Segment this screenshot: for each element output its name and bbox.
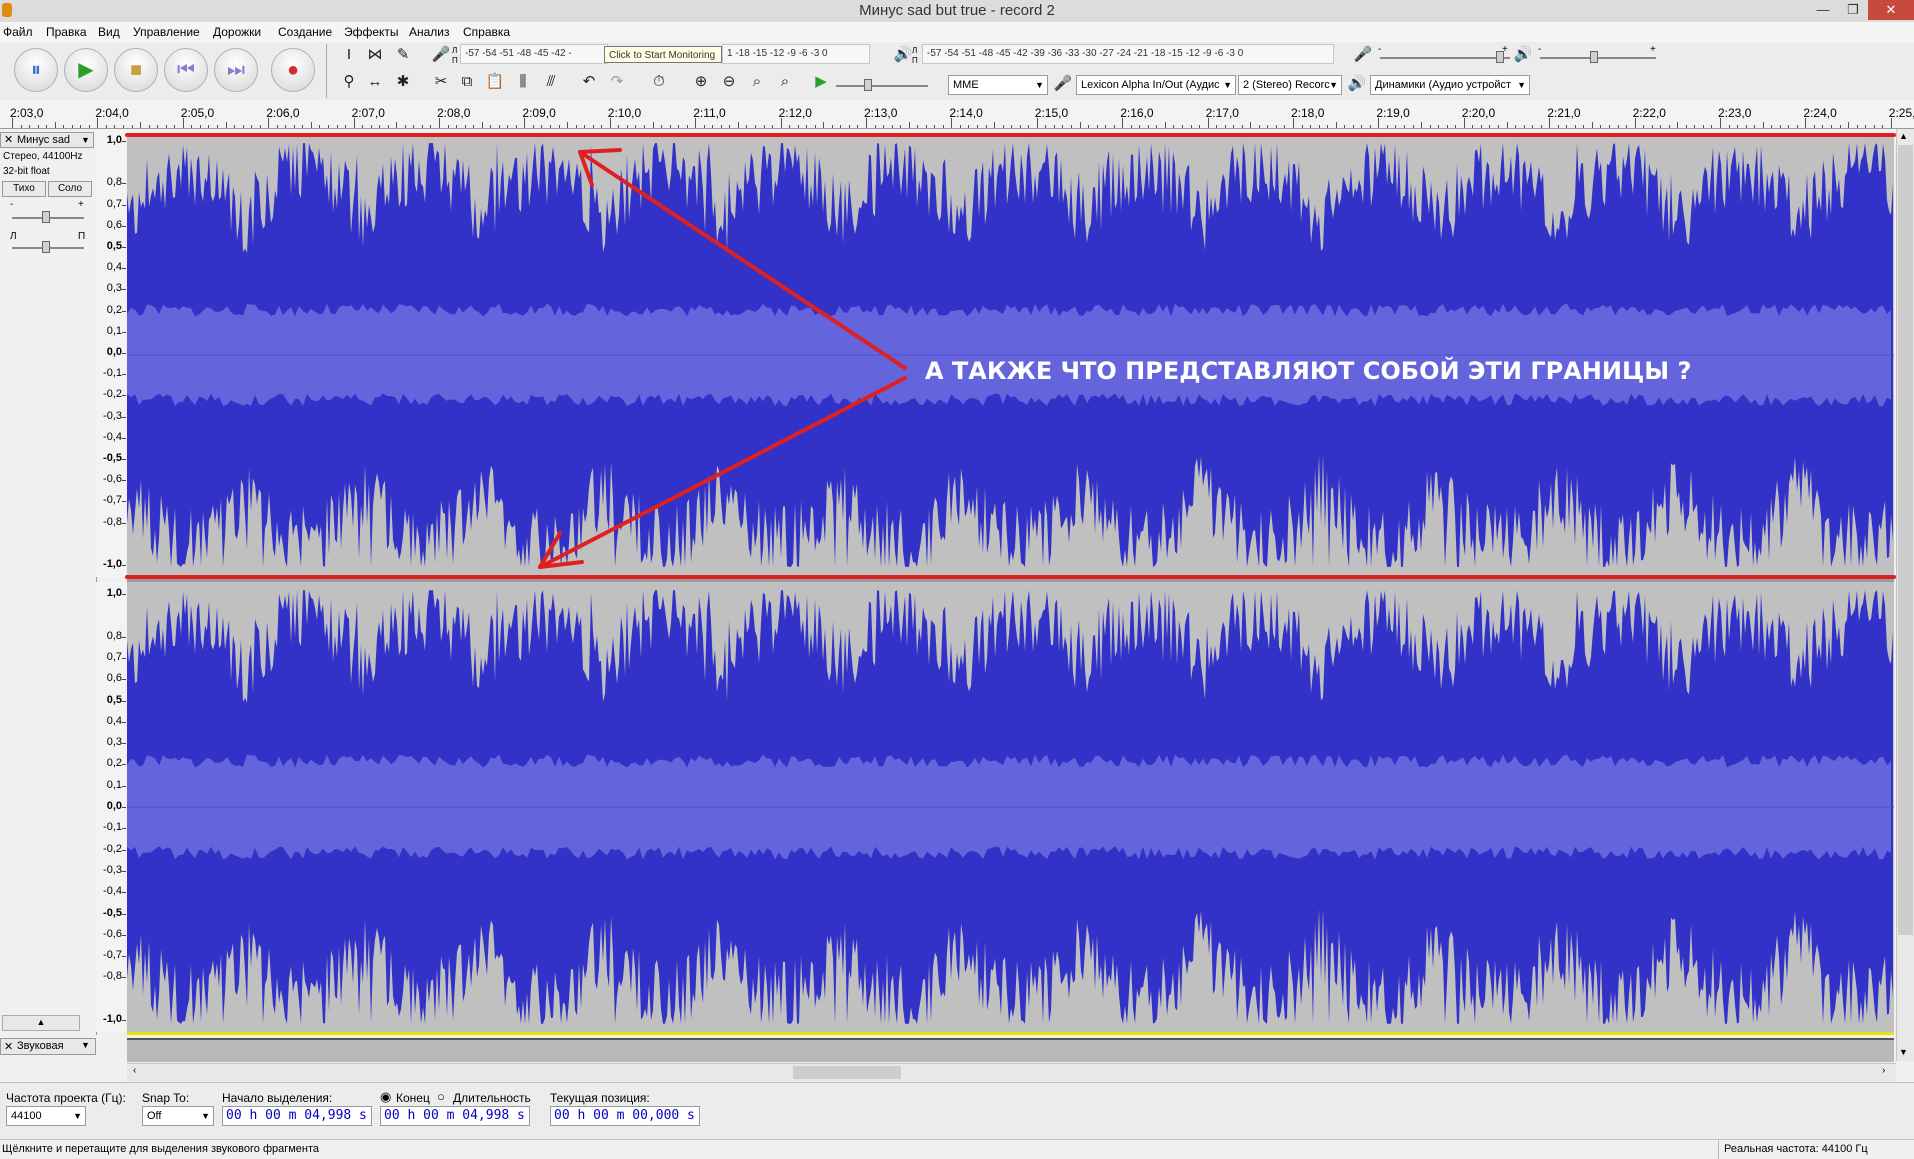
status-message: Щёлкните и перетащите для выделения звук… [2, 1143, 320, 1155]
chevron-down-icon: ▼ [201, 1111, 210, 1121]
audio-position-field[interactable]: 00 h 00 m 00,000 s [550, 1106, 700, 1126]
length-radio-label: Длительность [453, 1091, 531, 1105]
project-rate-label: Частота проекта (Гц): [6, 1091, 126, 1105]
annotation-overlay [125, 133, 1896, 579]
length-radio[interactable]: ○ [437, 1089, 445, 1104]
snap-to-label: Snap To: [142, 1091, 190, 1105]
arrow-to-top [578, 150, 907, 370]
end-radio[interactable]: ◉ [380, 1089, 391, 1105]
snap-to-select[interactable]: Off ▼ [142, 1106, 214, 1126]
audio-position-label: Текущая позиция: [550, 1091, 650, 1105]
annotation-text: А ТАКЖЕ ЧТО ПРЕДСТАВЛЯЮТ СОБОЙ ЭТИ ГРАНИ… [925, 357, 1692, 385]
selection-toolbar: Частота проекта (Гц): 44100 ▼ Snap To: Of… [0, 1082, 1914, 1139]
end-radio-label: Конец [396, 1091, 430, 1105]
selection-start-label: Начало выделения: [222, 1091, 333, 1105]
status-bar: Щёлкните и перетащите для выделения звук… [0, 1139, 1914, 1159]
status-separator [1718, 1140, 1719, 1159]
actual-rate-status: Реальная частота: 44100 Гц [1724, 1143, 1868, 1155]
chevron-down-icon: ▼ [73, 1111, 82, 1121]
selection-start-field[interactable]: 00 h 00 m 04,998 s [222, 1106, 372, 1126]
selection-end-field[interactable]: 00 h 00 m 04,998 s [380, 1106, 530, 1126]
project-rate-select[interactable]: 44100 ▼ [6, 1106, 86, 1126]
arrow-to-bottom [538, 376, 907, 569]
arrowhead-top-a [578, 148, 622, 154]
